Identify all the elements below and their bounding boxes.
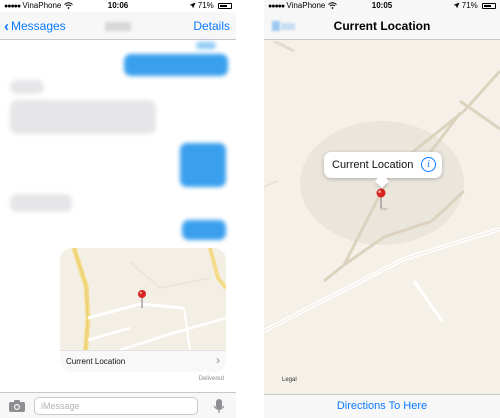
battery-fill bbox=[484, 5, 492, 7]
messages-nav-bar: ‹ Messages Details bbox=[0, 12, 236, 40]
location-arrow-icon bbox=[453, 2, 460, 9]
screenshot-stage: ●●●●● VinaPhone 10:06 71% ‹ Messages Deta… bbox=[0, 0, 500, 418]
info-icon[interactable]: i bbox=[421, 157, 436, 172]
microphone-icon[interactable] bbox=[212, 398, 226, 414]
location-map-bubble[interactable]: Current Location › bbox=[60, 248, 226, 372]
sent-message-obscured[interactable] bbox=[124, 54, 228, 76]
directions-toolbar: Directions To Here bbox=[264, 394, 500, 418]
status-right: 71% bbox=[189, 0, 232, 12]
chevron-left-icon: ‹ bbox=[4, 18, 9, 35]
map-bubble-footer[interactable]: Current Location › bbox=[60, 350, 226, 372]
screen-divider bbox=[236, 0, 264, 418]
back-button[interactable]: ‹ Messages bbox=[4, 18, 66, 35]
directions-to-here-button[interactable]: Directions To Here bbox=[264, 400, 500, 412]
location-arrow-icon bbox=[189, 2, 196, 9]
map-pin-icon[interactable] bbox=[376, 188, 386, 198]
battery-percent: 71% bbox=[461, 1, 478, 10]
battery-fill bbox=[220, 5, 228, 7]
details-button[interactable]: Details bbox=[193, 19, 230, 33]
page-title: Current Location bbox=[333, 19, 431, 33]
map-pin-icon bbox=[138, 290, 146, 298]
chevron-right-icon: › bbox=[216, 353, 220, 367]
map-bubble-label: Current Location bbox=[66, 357, 126, 366]
received-message-obscured[interactable] bbox=[10, 100, 156, 134]
battery-icon bbox=[482, 3, 496, 9]
status-bar: ●●●●● VinaPhone 10:05 71% bbox=[264, 0, 500, 12]
contact-name-obscured bbox=[105, 22, 131, 31]
location-screen: ●●●●● VinaPhone 10:05 71% Current Locati… bbox=[264, 0, 500, 418]
map-nav-bar: Current Location bbox=[264, 12, 500, 40]
camera-icon[interactable] bbox=[8, 399, 26, 413]
battery-icon bbox=[218, 3, 232, 9]
messages-screen: ●●●●● VinaPhone 10:06 71% ‹ Messages Deta… bbox=[0, 0, 236, 418]
imessage-input[interactable] bbox=[34, 397, 198, 415]
sent-message-obscured[interactable] bbox=[196, 42, 216, 49]
back-label: Messages bbox=[11, 19, 66, 33]
location-map[interactable] bbox=[264, 41, 500, 394]
battery-percent: 71% bbox=[197, 1, 214, 10]
sent-message-obscured[interactable] bbox=[180, 143, 226, 187]
message-input-bar bbox=[0, 392, 236, 418]
status-right: 71% bbox=[453, 0, 496, 12]
status-bar: ●●●●● VinaPhone 10:06 71% bbox=[0, 0, 236, 12]
callout-title: Current Location bbox=[332, 159, 414, 171]
received-message-obscured[interactable] bbox=[10, 80, 44, 94]
delivered-status: Delivered bbox=[198, 376, 224, 382]
location-callout[interactable]: Current Location i bbox=[324, 152, 442, 189]
legal-link[interactable]: Legal bbox=[282, 377, 297, 383]
sent-message-obscured[interactable] bbox=[182, 220, 226, 240]
received-message-obscured[interactable] bbox=[10, 194, 72, 212]
